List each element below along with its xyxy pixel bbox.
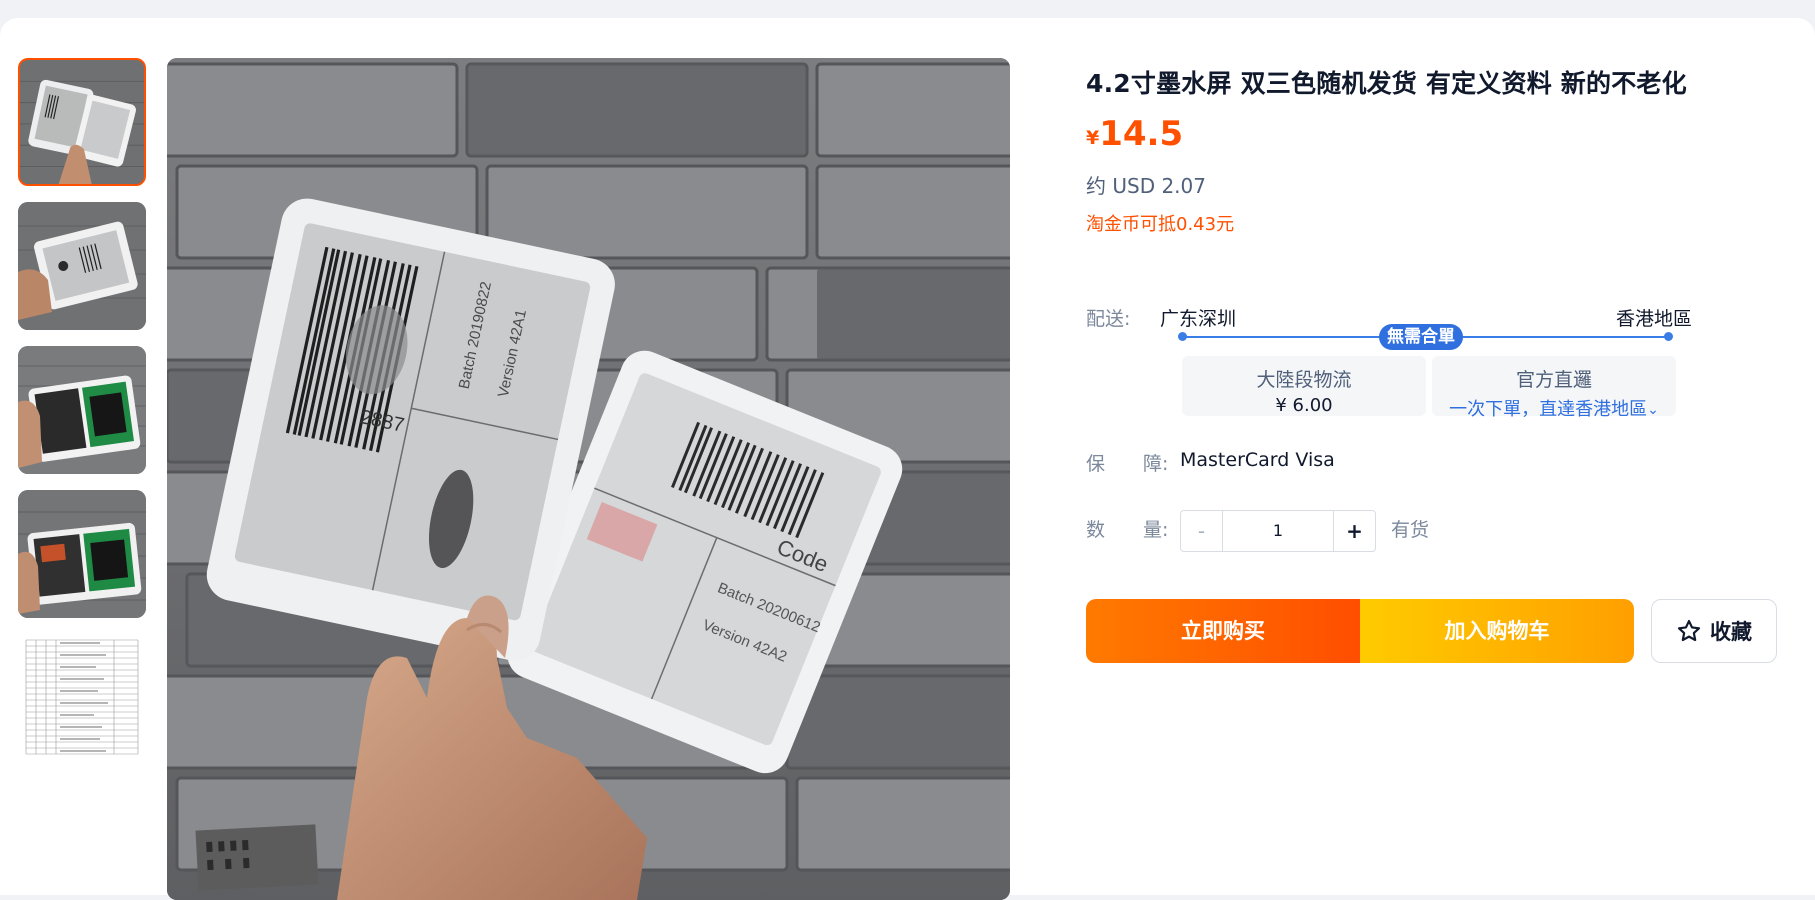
shipping-option-mainland[interactable]: 大陸段物流 ¥ 6.00 [1182, 356, 1426, 416]
direct-shipping-title: 官方直邏 [1515, 369, 1592, 391]
shipping-to: 香港地區 [1616, 308, 1693, 330]
coin-discount: 淘金币可抵0.43元 [1086, 214, 1235, 235]
quantity-increase-button[interactable]: + [1333, 511, 1375, 551]
mainland-logistics-title: 大陸段物流 [1256, 369, 1352, 391]
buy-now-button[interactable]: 立即购买 [1086, 599, 1360, 663]
guarantee-value: MasterCard Visa [1180, 449, 1335, 471]
product-card: Code Batch 20200612 Version 42A2 2887 Ba… [0, 18, 1815, 900]
chevron-down-icon: ⌄ [1647, 402, 1659, 418]
thumbnail-4[interactable] [18, 490, 146, 618]
price-value: 14.5 [1099, 114, 1184, 154]
star-icon [1677, 619, 1701, 642]
shipping-option-direct[interactable]: 官方直邏 一次下單，直達香港地區⌄ [1432, 356, 1676, 420]
product-title: 4.2寸墨水屏 双三色随机发货 有定义资料 新的不老化 [1086, 69, 1687, 98]
quantity-decrease-button[interactable]: - [1181, 511, 1223, 551]
guarantee-label: 保 障: [1086, 453, 1169, 475]
top-strip [0, 0, 1815, 20]
thumbnail-3[interactable] [18, 346, 146, 474]
favorite-label: 收藏 [1710, 620, 1752, 644]
direct-shipping-link-text: 一次下單，直達香港地區 [1449, 399, 1648, 420]
direct-shipping-link[interactable]: 一次下單，直達香港地區⌄ [1432, 395, 1676, 421]
main-product-image[interactable]: Code Batch 20200612 Version 42A2 2887 Ba… [167, 58, 1010, 900]
thumbnail-1[interactable] [18, 58, 146, 186]
no-consolidation-badge: 無需合單 [1379, 324, 1463, 350]
mainland-logistics-price: ¥ 6.00 [1275, 395, 1333, 416]
route-end-dot [1664, 332, 1673, 341]
route-start-dot [1178, 332, 1187, 341]
purchase-button-group: 立即购买 加入购物车 [1086, 599, 1634, 663]
add-to-cart-button[interactable]: 加入购物车 [1360, 599, 1634, 663]
favorite-button[interactable]: 收藏 [1651, 599, 1777, 663]
quantity-input[interactable]: 1 [1223, 511, 1333, 551]
usd-price: 约 USD 2.07 [1086, 174, 1206, 198]
stock-status: 有货 [1391, 519, 1430, 541]
quantity-stepper: - 1 + [1180, 510, 1376, 552]
shipping-from: 广东深圳 [1160, 308, 1237, 330]
price: ¥14.5 [1086, 114, 1183, 154]
thumbnail-2[interactable] [18, 202, 146, 330]
shipping-label: 配送: [1086, 308, 1131, 330]
price-currency-symbol: ¥ [1086, 127, 1100, 149]
thumbnail-5[interactable] [18, 634, 146, 762]
quantity-label: 数 量: [1086, 519, 1169, 541]
